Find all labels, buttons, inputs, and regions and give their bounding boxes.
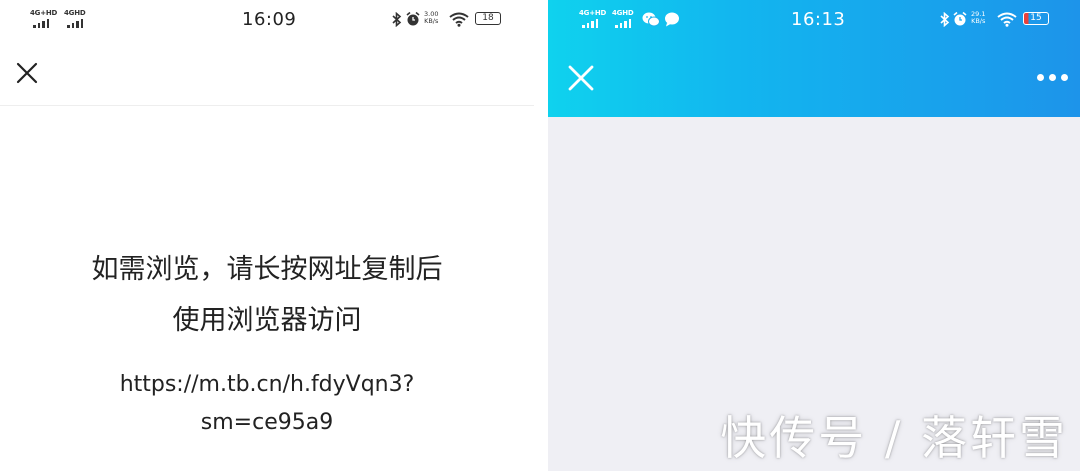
url-line-1[interactable]: https://m.tb.cn/h.fdyVqn3? — [0, 372, 534, 397]
network-label: 4G+HD — [30, 9, 58, 17]
battery-icon: 15 — [1023, 12, 1049, 25]
network-speed: 29.1 KB/s — [971, 11, 985, 25]
signal-icon: 4G+HD — [579, 9, 606, 30]
more-dots-icon — [1061, 74, 1068, 81]
more-button[interactable] — [1037, 74, 1068, 81]
message-line-1: 如需浏览，请长按网址复制后 — [91, 254, 443, 285]
signal-icon: 4GHD — [612, 9, 634, 30]
signal-icon: 4G+HD — [30, 9, 57, 30]
close-icon[interactable] — [16, 62, 38, 84]
screen-separator — [534, 0, 548, 471]
more-dots-icon — [1037, 74, 1044, 81]
watermark-text: 快传号 / 落轩雪 — [720, 411, 1068, 465]
network-label: 4G+HD — [579, 9, 607, 17]
status-bar: 4G+HD 4GHD 16:09 3.00 KB/s 18 — [0, 0, 534, 40]
top-header: 4G+HD 4GHD 16:13 29.1 KB/s 15 — [548, 0, 1080, 117]
network-label: 4GHD — [612, 9, 634, 17]
battery-level: 18 — [482, 13, 494, 23]
url-line-2[interactable]: sm=ce95a9 — [0, 410, 534, 435]
bluetooth-icon — [392, 12, 402, 27]
signal-icon: 4GHD — [64, 9, 86, 30]
bluetooth-icon — [940, 12, 950, 27]
chat-bubble-icon — [665, 12, 679, 27]
header-divider — [0, 105, 534, 106]
wifi-icon — [997, 12, 1017, 27]
wifi-icon — [449, 12, 469, 27]
battery-level: 15 — [1030, 13, 1042, 23]
wechat-icon — [642, 12, 660, 27]
battery-icon: 18 — [475, 12, 501, 25]
status-time: 16:13 — [791, 9, 846, 30]
network-speed: 3.00 KB/s — [424, 11, 438, 25]
more-dots-icon — [1049, 74, 1056, 81]
speed-unit: KB/s — [971, 17, 986, 25]
nav-bar — [548, 40, 1080, 117]
left-screen: 4G+HD 4GHD 16:09 3.00 KB/s 18 如需浏览，请长按网址… — [0, 0, 534, 471]
close-icon[interactable] — [568, 65, 594, 91]
alarm-icon — [406, 11, 420, 26]
network-label: 4GHD — [64, 9, 86, 17]
status-bar: 4G+HD 4GHD 16:13 29.1 KB/s 15 — [548, 0, 1080, 40]
right-screen: 4G+HD 4GHD 16:13 29.1 KB/s 15 — [548, 0, 1080, 471]
speed-unit: KB/s — [424, 17, 439, 25]
message-line-2: 使用浏览器访问 — [172, 305, 362, 336]
status-time: 16:09 — [242, 9, 297, 30]
alarm-icon — [953, 11, 967, 26]
